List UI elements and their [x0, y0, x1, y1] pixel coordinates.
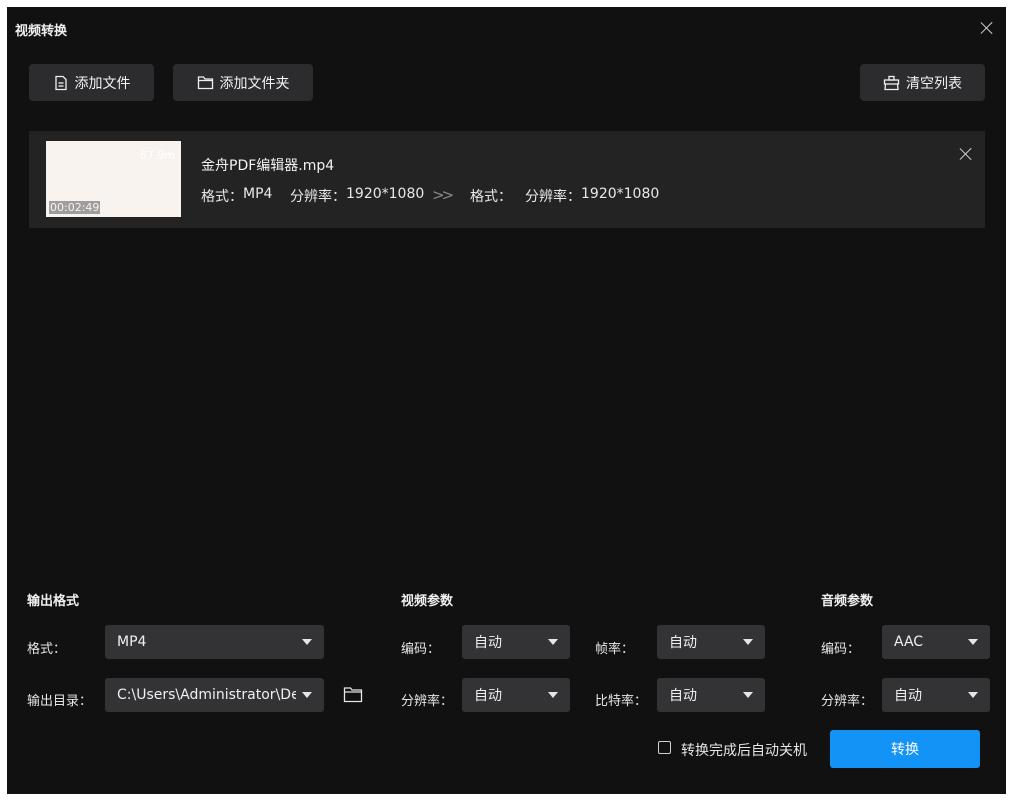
video-bitrate-select[interactable]: 自动 [657, 678, 765, 712]
video-resolution-select[interactable]: 自动 [462, 678, 570, 712]
video-bitrate-label: 比特率： [595, 694, 648, 709]
output-dir-label: 输出目录： [27, 694, 93, 709]
remove-item-icon[interactable] [959, 147, 973, 161]
source-format-label: 格式： [201, 189, 243, 205]
video-bitrate-value: 自动 [669, 688, 697, 704]
file-name: 金舟PDF编辑器.mp4 [201, 158, 335, 174]
output-format-value: MP4 [117, 634, 147, 650]
video-codec-value: 自动 [474, 635, 502, 651]
chevron-down-icon [968, 692, 978, 698]
clear-list-icon [883, 75, 900, 90]
target-format-label: 格式： [470, 189, 512, 205]
video-fps-select[interactable]: 自动 [657, 625, 765, 659]
chevron-down-icon [548, 692, 558, 698]
video-resolution-value: 自动 [474, 688, 502, 704]
target-resolution-label: 分辨率： [525, 189, 581, 205]
source-format-value: MP4 [243, 186, 273, 202]
video-fps-value: 自动 [669, 635, 697, 651]
convert-button[interactable]: 转换 [830, 730, 980, 768]
source-resolution-label: 分辨率： [290, 189, 346, 205]
video-resolution-label: 分辨率： [401, 694, 454, 709]
video-thumbnail: 67.9m 00:02:49 [46, 141, 181, 217]
add-folder-icon [197, 76, 213, 90]
file-list-item[interactable]: 67.9m 00:02:49 金舟PDF编辑器.mp4 格式： MP4 分辨率：… [29, 131, 985, 228]
target-resolution-value: 1920*1080 [581, 186, 660, 202]
audio-resolution-label: 分辨率： [821, 694, 874, 709]
video-codec-select[interactable]: 自动 [462, 625, 570, 659]
auto-shutdown-checkbox[interactable] [658, 741, 671, 754]
add-file-label: 添加文件 [74, 75, 131, 92]
audio-params-section-title: 音频参数 [821, 594, 874, 609]
convert-arrow: >> [432, 186, 454, 204]
chevron-down-icon [548, 639, 558, 645]
add-file-icon [54, 75, 67, 90]
audio-codec-label: 编码： [821, 642, 861, 657]
audio-resolution-select[interactable]: 自动 [882, 678, 990, 712]
chevron-down-icon [302, 639, 312, 645]
clear-list-button[interactable]: 清空列表 [860, 64, 985, 101]
clear-list-label: 清空列表 [906, 75, 962, 92]
output-dir-select[interactable]: C:\Users\Administrator\De [105, 678, 324, 712]
video-convert-window: 视频转换 添加文件 添加文件夹 清空列表 67.9m 00:02:49 金舟PD… [7, 7, 1006, 794]
output-format-section-title: 输出格式 [27, 594, 80, 609]
auto-shutdown-label[interactable]: 转换完成后自动关机 [681, 740, 807, 760]
video-duration: 00:02:49 [49, 201, 101, 214]
audio-codec-value: AAC [894, 634, 924, 650]
output-dir-value: C:\Users\Administrator\De [117, 687, 296, 703]
add-folder-button[interactable]: 添加文件夹 [173, 64, 313, 101]
chevron-down-icon [968, 639, 978, 645]
add-file-button[interactable]: 添加文件 [29, 64, 154, 101]
open-folder-icon[interactable] [343, 686, 363, 703]
source-resolution-value: 1920*1080 [346, 186, 425, 202]
audio-codec-select[interactable]: AAC [882, 625, 990, 659]
chevron-down-icon [743, 639, 753, 645]
audio-resolution-value: 自动 [894, 688, 922, 704]
chevron-down-icon [743, 692, 753, 698]
chevron-down-icon [302, 692, 312, 698]
video-fps-label: 帧率： [595, 642, 635, 657]
add-folder-label: 添加文件夹 [219, 75, 290, 92]
video-codec-label: 编码： [401, 642, 441, 657]
file-size: 67.9m [139, 149, 175, 162]
video-params-section-title: 视频参数 [401, 594, 454, 609]
window-title: 视频转换 [15, 24, 68, 39]
output-format-label: 格式： [27, 642, 67, 657]
output-format-select[interactable]: MP4 [105, 625, 324, 659]
close-icon[interactable] [980, 21, 994, 35]
